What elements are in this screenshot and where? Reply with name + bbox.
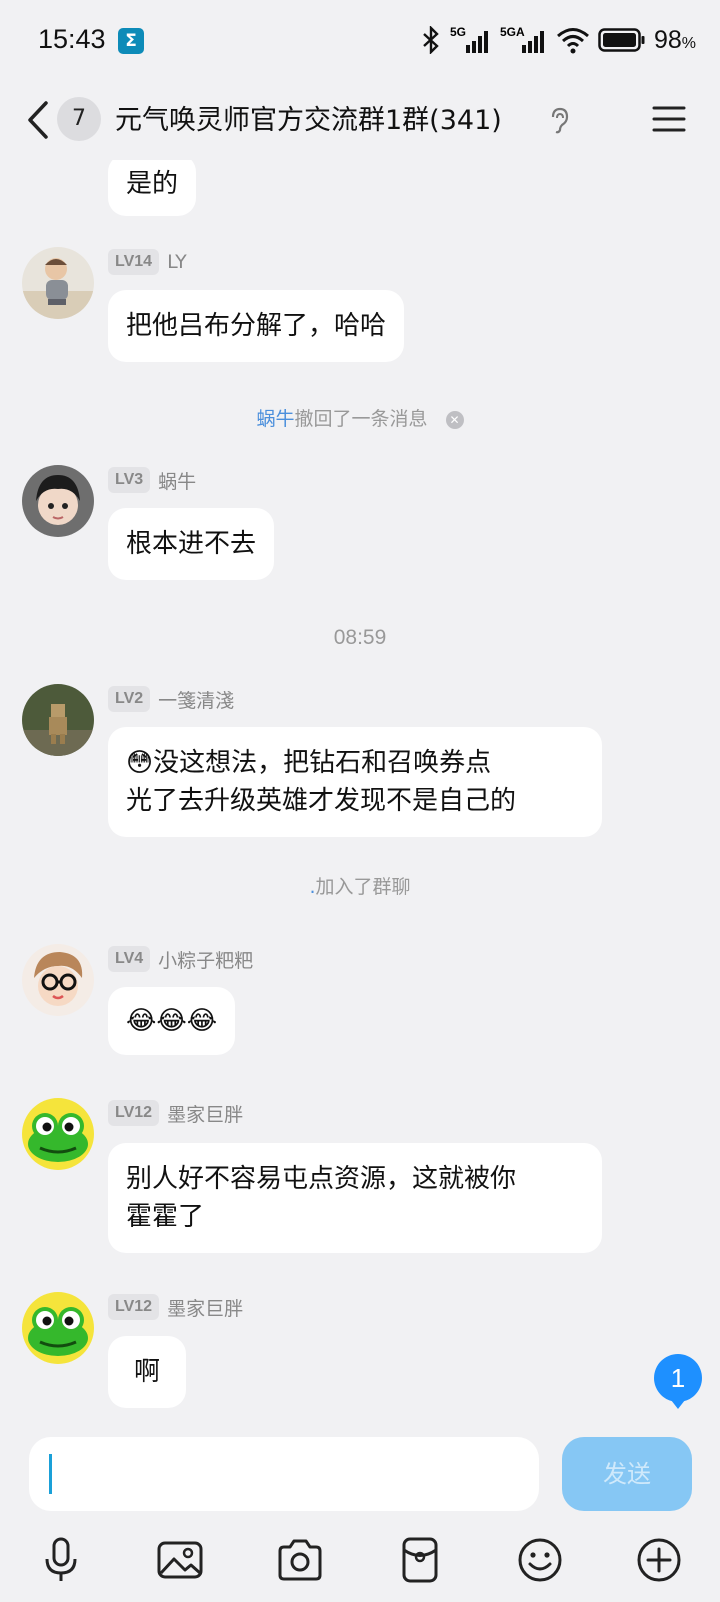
message-bubble[interactable]: 是的 xyxy=(108,154,197,216)
laughing-emoji-icon: 😂😂😂 xyxy=(126,1006,218,1036)
avatar-image xyxy=(22,465,94,537)
svg-text:5GA: 5GA xyxy=(500,25,525,39)
status-time: 15:43 xyxy=(38,24,106,54)
input-toolbar xyxy=(0,1535,720,1595)
menu-icon[interactable] xyxy=(652,102,686,136)
new-message-badge[interactable]: 1 xyxy=(654,1354,702,1409)
message-text: 把他吕布分解了，哈哈 xyxy=(126,311,387,341)
message-text: 是的 xyxy=(126,169,179,199)
sender-name[interactable]: 墨家巨胖 xyxy=(167,1100,243,1127)
frog-avatar-image xyxy=(22,1292,94,1364)
signal-icon: 5G xyxy=(450,25,488,53)
input-bar: 发送 xyxy=(0,1425,720,1602)
system-user-link[interactable]: 蜗牛 xyxy=(256,408,294,430)
message-bubble[interactable]: 别人好不容易屯点资源，这就被你 霍霍了 xyxy=(108,1143,602,1253)
unread-count-badge[interactable]: 7 xyxy=(57,97,101,141)
sender-meta: LV14 LY xyxy=(108,247,187,277)
chat-header: 7 元气唤灵师官方交流群1群(341) xyxy=(0,80,720,160)
bluetooth-icon xyxy=(423,26,439,54)
message-bubble[interactable]: 😳没这想法，把钻石和召唤券点 光了去升级英雄才发现不是自己的 xyxy=(108,727,602,837)
svg-text:5G: 5G xyxy=(450,25,466,39)
message-bubble[interactable]: 把他吕布分解了，哈哈 xyxy=(108,290,405,362)
close-icon[interactable]: ✕ xyxy=(445,410,464,429)
avatar[interactable] xyxy=(22,465,94,537)
message-text-line-2: 光了去升级英雄才发现不是自己的 xyxy=(126,786,517,816)
emoji-icon[interactable] xyxy=(515,1535,565,1585)
system-message-join: .加入了群聊 xyxy=(0,872,720,899)
flushed-emoji-icon: 😳 xyxy=(126,748,154,778)
plus-icon[interactable] xyxy=(634,1535,684,1585)
sender-name[interactable]: 蜗牛 xyxy=(158,467,196,494)
message-input[interactable] xyxy=(29,1437,539,1511)
message-text: 根本进不去 xyxy=(126,529,257,559)
sender-name[interactable]: 一箋清淺 xyxy=(158,686,234,713)
message-text-line-1: 别人好不容易屯点资源，这就被你 xyxy=(126,1164,517,1194)
status-bar: 15:43 Σ 5G 5GA 98% xyxy=(0,0,720,80)
status-icons: 5G 5GA 98% xyxy=(420,24,696,56)
sender-meta: LV12 墨家巨胖 xyxy=(108,1098,243,1128)
message-text: 啊 xyxy=(134,1357,161,1387)
sender-meta: LV3 蜗牛 xyxy=(108,465,196,495)
message-text-line-1: 😳没这想法，把钻石和召唤券点 xyxy=(126,748,492,778)
timestamp: 08:59 xyxy=(333,626,387,649)
ear-icon[interactable] xyxy=(548,106,570,134)
wifi-icon xyxy=(556,28,589,54)
red-packet-icon[interactable] xyxy=(395,1535,445,1585)
avatar-image xyxy=(22,684,94,756)
sender-name[interactable]: LY xyxy=(167,251,187,273)
chat-message-list[interactable]: 是的 LV14 LY 把他吕布分解了，哈哈 蜗牛撤回了一条消息 ✕ LV3 蜗牛… xyxy=(0,80,720,1425)
camera-icon[interactable] xyxy=(275,1535,325,1585)
frog-avatar-image xyxy=(22,1098,94,1170)
system-text: 撤回了一条消息 xyxy=(294,408,428,430)
message-text-line-2: 霍霍了 xyxy=(126,1202,205,1232)
signal-icon-2: 5GA xyxy=(500,25,544,53)
image-icon[interactable] xyxy=(155,1535,205,1585)
system-message-recall: 蜗牛撤回了一条消息 ✕ xyxy=(0,404,720,431)
avatar[interactable] xyxy=(22,1098,94,1170)
message-bubble[interactable]: 😂😂😂 xyxy=(108,987,236,1055)
sender-meta: LV4 小粽子粑粑 xyxy=(108,944,253,974)
chat-title[interactable]: 元气唤灵师官方交流群1群(341) xyxy=(115,98,502,137)
avatar-image xyxy=(22,944,94,1016)
avatar[interactable] xyxy=(22,944,94,1016)
sender-meta: LV2 一箋清淺 xyxy=(108,684,234,714)
avatar-image xyxy=(22,247,94,319)
avatar[interactable] xyxy=(22,684,94,756)
avatar[interactable] xyxy=(22,247,94,319)
avatar[interactable] xyxy=(22,1292,94,1364)
app-notification-icon: Σ xyxy=(118,28,144,54)
level-badge: LV3 xyxy=(108,467,151,493)
system-text: 加入了群聊 xyxy=(315,876,411,898)
send-button[interactable]: 发送 xyxy=(562,1437,692,1511)
level-badge: LV12 xyxy=(108,1294,160,1320)
level-badge: LV4 xyxy=(108,946,151,972)
sender-name[interactable]: 小粽子粑粑 xyxy=(158,946,253,973)
battery-icon xyxy=(598,28,645,52)
microphone-icon[interactable] xyxy=(36,1535,86,1585)
message-bubble[interactable]: 啊 xyxy=(108,1336,187,1408)
text-caret xyxy=(49,1454,52,1494)
sender-name[interactable]: 墨家巨胖 xyxy=(167,1294,243,1321)
battery-percent: 98% xyxy=(653,25,696,54)
level-badge: LV14 xyxy=(108,249,160,275)
back-arrow-icon[interactable] xyxy=(22,97,52,143)
sender-meta: LV12 墨家巨胖 xyxy=(108,1292,243,1322)
level-badge: LV2 xyxy=(108,686,151,712)
message-bubble[interactable]: 根本进不去 xyxy=(108,508,275,580)
level-badge: LV12 xyxy=(108,1100,160,1126)
